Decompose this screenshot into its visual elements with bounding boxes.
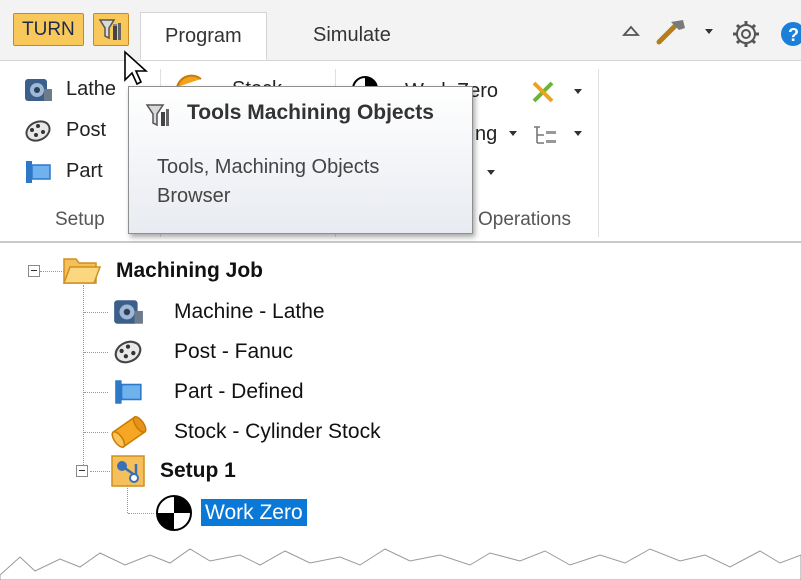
hammer-wrench-icon[interactable] (655, 18, 689, 46)
tree-node-machining-job[interactable]: Machining Job (116, 254, 263, 288)
tree-node-machine[interactable]: Machine - Lathe (174, 295, 325, 329)
chevron-down-icon[interactable] (508, 130, 518, 138)
tree-node-post[interactable]: Post - Fanuc (174, 335, 293, 369)
tab-simulate[interactable]: Simulate (313, 12, 391, 60)
tree-connector (127, 485, 128, 513)
setup-group-label: Setup (55, 209, 105, 230)
tools-funnel-icon (145, 104, 169, 127)
tooltip-description: Tools, Machining Objects Browser (157, 156, 380, 207)
chevron-down-icon[interactable] (704, 28, 714, 36)
tree-connector (84, 432, 108, 433)
tree-connector (84, 352, 108, 353)
tools-machining-objects-button[interactable] (93, 13, 129, 46)
collapse-toggle[interactable] (28, 265, 40, 277)
mouse-pointer-icon (124, 50, 149, 86)
lathe-machine-icon (25, 79, 52, 101)
gear-icon[interactable] (732, 20, 760, 48)
tree-node-part[interactable]: Part - Defined (174, 375, 304, 409)
tab-program[interactable]: Program (140, 12, 267, 60)
tooltip-popup: Tools Machining Objects Tools, Machining… (128, 86, 473, 234)
chevron-down-icon[interactable] (573, 88, 583, 96)
tooltip-title: Tools Machining Objects (187, 101, 434, 124)
open-folder-icon (62, 258, 102, 284)
post-processor-icon (114, 340, 142, 364)
tooling-dropdown[interactable]: ng (475, 118, 497, 150)
chevron-down-icon[interactable] (486, 169, 496, 177)
tree-node-work-zero[interactable]: Work Zero (201, 496, 307, 530)
tree-node-stock[interactable]: Stock - Cylinder Stock (174, 415, 381, 449)
torn-edge (0, 548, 801, 580)
work-zero-icon (156, 495, 192, 531)
job-tree-view: Machining Job Machine - Lathe Post - Fan… (0, 243, 801, 580)
tree-connector (128, 513, 154, 514)
tree-connector (83, 285, 84, 475)
toolpath-tools-icon[interactable] (530, 79, 560, 105)
group-separator (598, 69, 599, 237)
help-icon[interactable]: ? (779, 20, 801, 48)
tree-node-setup[interactable]: Setup 1 (160, 454, 236, 488)
chevron-down-icon[interactable] (573, 130, 583, 138)
svg-text:?: ? (788, 25, 799, 45)
turn-app-button[interactable]: TURN (13, 13, 84, 46)
ribbon-tab-bar: TURN Program Simulate ? (0, 0, 801, 86)
tree-connector (84, 392, 108, 393)
operations-tree-icon[interactable] (530, 123, 560, 149)
operations-group-label: Operations (478, 209, 571, 230)
tree-connector (90, 471, 110, 472)
tools-funnel-icon (98, 19, 121, 40)
lathe-machine-icon (114, 300, 143, 324)
collapse-ribbon-icon[interactable] (622, 24, 640, 38)
collapse-toggle[interactable] (76, 465, 88, 477)
setup-icon (111, 455, 145, 487)
part-icon (26, 161, 51, 183)
post-processor-icon (25, 120, 51, 142)
cylinder-stock-icon (111, 416, 147, 448)
part-icon (115, 380, 142, 404)
tree-connector (84, 312, 108, 313)
